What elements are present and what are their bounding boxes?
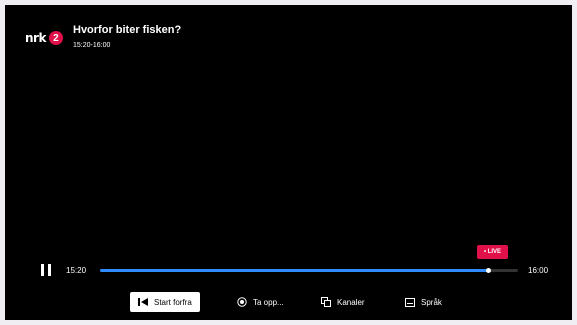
pause-icon bbox=[41, 264, 44, 276]
record-label: Ta opp... bbox=[253, 297, 284, 307]
end-time: 16:00 bbox=[528, 266, 549, 275]
language-label: Språk bbox=[421, 297, 442, 307]
video-player[interactable]: nrk 2 Hvorfor biter fisken? 15:20-16:00 … bbox=[5, 5, 572, 320]
channel-number-badge: 2 bbox=[48, 31, 63, 45]
channels-label: Kanaler bbox=[337, 297, 365, 307]
progress-fill bbox=[100, 269, 489, 272]
program-time-range: 15:20-16:00 bbox=[73, 42, 111, 49]
pause-button[interactable] bbox=[41, 264, 51, 276]
record-icon bbox=[237, 297, 247, 307]
player-controls: Start forfra Ta opp... Kanaler Språk bbox=[5, 292, 572, 312]
start-over-button[interactable]: Start forfra bbox=[130, 292, 200, 312]
language-button[interactable]: Språk bbox=[405, 292, 442, 312]
start-over-label: Start forfra bbox=[154, 297, 192, 307]
subtitles-icon bbox=[405, 297, 415, 307]
program-title: Hvorfor biter fisken? bbox=[73, 24, 182, 36]
progress-thumb[interactable] bbox=[486, 268, 492, 273]
channel-logo: nrk 2 bbox=[25, 31, 63, 45]
live-badge: • LIVE bbox=[477, 245, 508, 259]
start-time: 15:20 bbox=[66, 266, 87, 275]
progress-bar[interactable] bbox=[100, 268, 518, 273]
channels-button[interactable]: Kanaler bbox=[321, 292, 365, 312]
skip-back-icon bbox=[138, 297, 148, 307]
record-button[interactable]: Ta opp... bbox=[237, 292, 284, 312]
nrk-logo-text: nrk bbox=[25, 31, 46, 45]
channels-icon bbox=[321, 297, 331, 307]
